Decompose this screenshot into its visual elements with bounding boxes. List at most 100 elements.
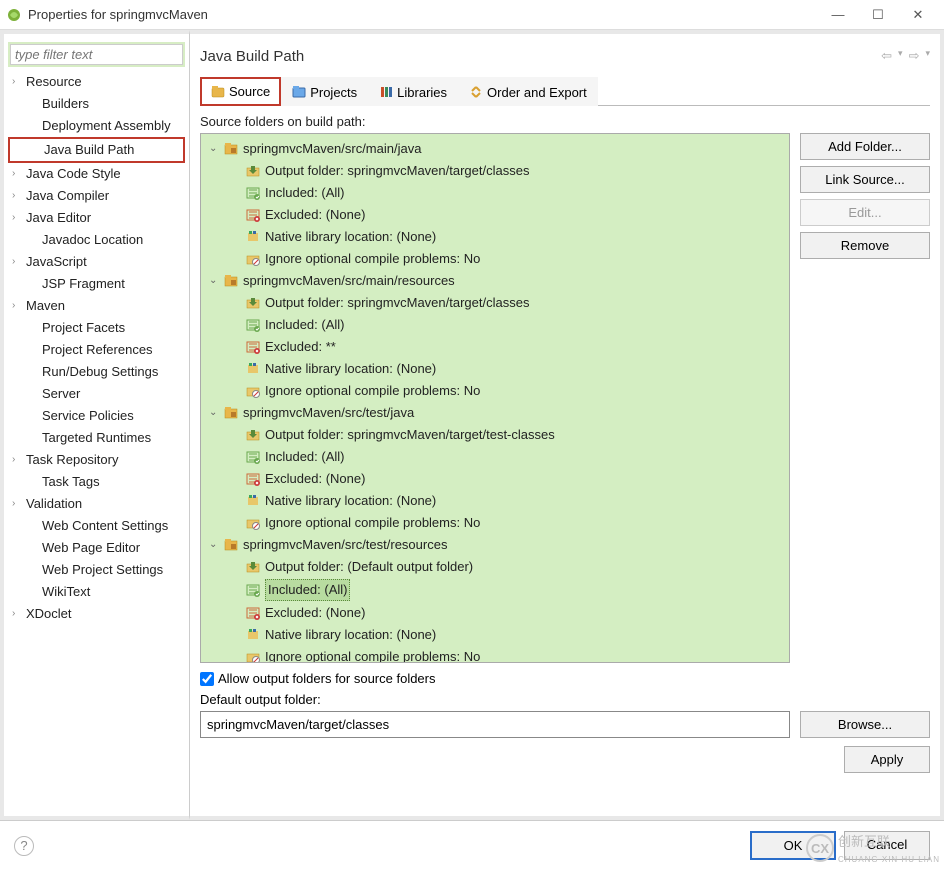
source-folder-label: springmvcMaven/src/test/java [243, 403, 414, 423]
source-attr-include[interactable]: Included: (All) [203, 446, 787, 468]
source-attr-ignore[interactable]: Ignore optional compile problems: No [203, 646, 787, 663]
source-attr-native[interactable]: Native library location: (None) [203, 490, 787, 512]
tab-source[interactable]: Source [200, 77, 281, 106]
tab-projects[interactable]: Projects [281, 77, 368, 106]
sidebar-item-validation[interactable]: ›Validation [8, 493, 185, 515]
window-title: Properties for springmvcMaven [28, 7, 818, 22]
chevron-down-icon: ⌄ [209, 139, 223, 159]
default-output-label: Default output folder: [200, 692, 930, 707]
source-attr-include[interactable]: Included: (All) [203, 314, 787, 336]
source-attr-label: Output folder: (Default output folder) [265, 557, 473, 577]
sidebar-item-resource[interactable]: ›Resource [8, 71, 185, 93]
main-content: Java Build Path ⇦▾ ⇨▾ SourceProjectsLibr… [190, 30, 944, 820]
filter-input[interactable] [10, 44, 183, 65]
window-titlebar: Properties for springmvcMaven — ☐ ✕ [0, 0, 944, 30]
sidebar-item-task-repository[interactable]: ›Task Repository [8, 449, 185, 471]
sidebar-item-xdoclet[interactable]: ›XDoclet [8, 603, 185, 625]
sidebar-item-run-debug-settings[interactable]: Run/Debug Settings [8, 361, 185, 383]
sidebar-item-deployment-assembly[interactable]: Deployment Assembly [8, 115, 185, 137]
back-arrow-icon[interactable]: ⇦ [881, 48, 892, 64]
sidebar-item-java-code-style[interactable]: ›Java Code Style [8, 163, 185, 185]
source-folder[interactable]: ⌄springmvcMaven/src/test/resources [203, 534, 787, 556]
sidebar-item-service-policies[interactable]: Service Policies [8, 405, 185, 427]
sidebar-item-java-compiler[interactable]: ›Java Compiler [8, 185, 185, 207]
sidebar-item-label: Service Policies [42, 407, 134, 425]
nav-arrows: ⇦▾ ⇨▾ [881, 48, 930, 64]
minimize-button[interactable]: — [818, 2, 858, 28]
source-attr-label: Included: (All) [265, 579, 350, 601]
exclude-icon [245, 208, 261, 222]
source-attr-include[interactable]: Included: (All) [203, 182, 787, 204]
sidebar-item-java-editor[interactable]: ›Java Editor [8, 207, 185, 229]
source-attr-ignore[interactable]: Ignore optional compile problems: No [203, 512, 787, 534]
forward-arrow-icon[interactable]: ⇨ [909, 48, 920, 64]
sidebar-item-project-references[interactable]: Project References [8, 339, 185, 361]
help-icon[interactable]: ? [14, 836, 34, 856]
sidebar-item-targeted-runtimes[interactable]: Targeted Runtimes [8, 427, 185, 449]
sidebar-item-project-facets[interactable]: Project Facets [8, 317, 185, 339]
source-attr-label: Ignore optional compile problems: No [265, 513, 480, 533]
source-attr-output[interactable]: Output folder: (Default output folder) [203, 556, 787, 578]
close-button[interactable]: ✕ [898, 2, 938, 28]
source-folder[interactable]: ⌄springmvcMaven/src/test/java [203, 402, 787, 424]
sidebar-item-java-build-path[interactable]: Java Build Path [8, 137, 185, 163]
sidebar-item-task-tags[interactable]: Task Tags [8, 471, 185, 493]
source-attr-output[interactable]: Output folder: springmvcMaven/target/cla… [203, 292, 787, 314]
source-attr-native[interactable]: Native library location: (None) [203, 358, 787, 380]
source-attr-exclude[interactable]: Excluded: (None) [203, 204, 787, 226]
source-attr-output[interactable]: Output folder: springmvcMaven/target/cla… [203, 160, 787, 182]
sidebar-item-javascript[interactable]: ›JavaScript [8, 251, 185, 273]
sidebar-item-web-content-settings[interactable]: Web Content Settings [8, 515, 185, 537]
source-tree[interactable]: ⌄springmvcMaven/src/main/javaOutput fold… [200, 133, 790, 663]
source-folder[interactable]: ⌄ springmvcMaven/src/main/resources [203, 270, 787, 292]
sidebar-item-web-project-settings[interactable]: Web Project Settings [8, 559, 185, 581]
native-icon [245, 230, 261, 244]
footer: ? OK Cancel [0, 820, 944, 870]
add-folder-button[interactable]: Add Folder... [800, 133, 930, 160]
apply-button[interactable]: Apply [844, 746, 930, 773]
projects-icon [292, 85, 306, 99]
output-icon [245, 560, 261, 574]
sidebar-item-javadoc-location[interactable]: Javadoc Location [8, 229, 185, 251]
source-attr-ignore[interactable]: Ignore optional compile problems: No [203, 380, 787, 402]
source-attr-exclude[interactable]: Excluded: ** [203, 336, 787, 358]
allow-output-checkbox[interactable] [200, 672, 214, 686]
sidebar-item-server[interactable]: Server [8, 383, 185, 405]
source-attr-exclude[interactable]: Excluded: (None) [203, 468, 787, 490]
default-output-input[interactable] [200, 711, 790, 738]
chevron-right-icon: › [12, 209, 24, 227]
source-attr-label: Included: (All) [265, 183, 344, 203]
source-attr-output[interactable]: Output folder: springmvcMaven/target/tes… [203, 424, 787, 446]
chevron-right-icon: › [12, 165, 24, 183]
source-attr-ignore[interactable]: Ignore optional compile problems: No [203, 248, 787, 270]
source-attr-label: Excluded: (None) [265, 603, 365, 623]
source-attr-native[interactable]: Native library location: (None) [203, 226, 787, 248]
allow-output-label: Allow output folders for source folders [218, 671, 436, 686]
source-attr-exclude[interactable]: Excluded: (None) [203, 602, 787, 624]
include-icon [245, 583, 261, 597]
browse-button[interactable]: Browse... [800, 711, 930, 738]
tab-libraries[interactable]: Libraries [368, 77, 458, 106]
sidebar-item-wikitext[interactable]: WikiText [8, 581, 185, 603]
sidebar-item-label: Web Project Settings [42, 561, 163, 579]
maximize-button[interactable]: ☐ [858, 2, 898, 28]
tab-label: Libraries [397, 85, 447, 100]
source-attr-include[interactable]: Included: (All) [203, 578, 787, 602]
allow-output-checkbox-row[interactable]: Allow output folders for source folders [200, 671, 930, 686]
remove-button[interactable]: Remove [800, 232, 930, 259]
source-attr-label: Native library location: (None) [265, 227, 436, 247]
exclude-icon [245, 606, 261, 620]
sidebar-item-maven[interactable]: ›Maven [8, 295, 185, 317]
source-folder-label: springmvcMaven/src/main/resources [243, 271, 455, 291]
chevron-down-icon: ⌄ [209, 271, 223, 291]
edit-button[interactable]: Edit... [800, 199, 930, 226]
tab-order-and-export[interactable]: Order and Export [458, 77, 598, 106]
sidebar-item-web-page-editor[interactable]: Web Page Editor [8, 537, 185, 559]
source-folder-label: springmvcMaven/src/main/java [243, 139, 421, 159]
sidebar-item-builders[interactable]: Builders [8, 93, 185, 115]
chevron-right-icon: › [12, 73, 24, 91]
source-attr-native[interactable]: Native library location: (None) [203, 624, 787, 646]
sidebar-item-jsp-fragment[interactable]: JSP Fragment [8, 273, 185, 295]
link-source-button[interactable]: Link Source... [800, 166, 930, 193]
source-folder[interactable]: ⌄ springmvcMaven/src/main/java [203, 138, 787, 160]
